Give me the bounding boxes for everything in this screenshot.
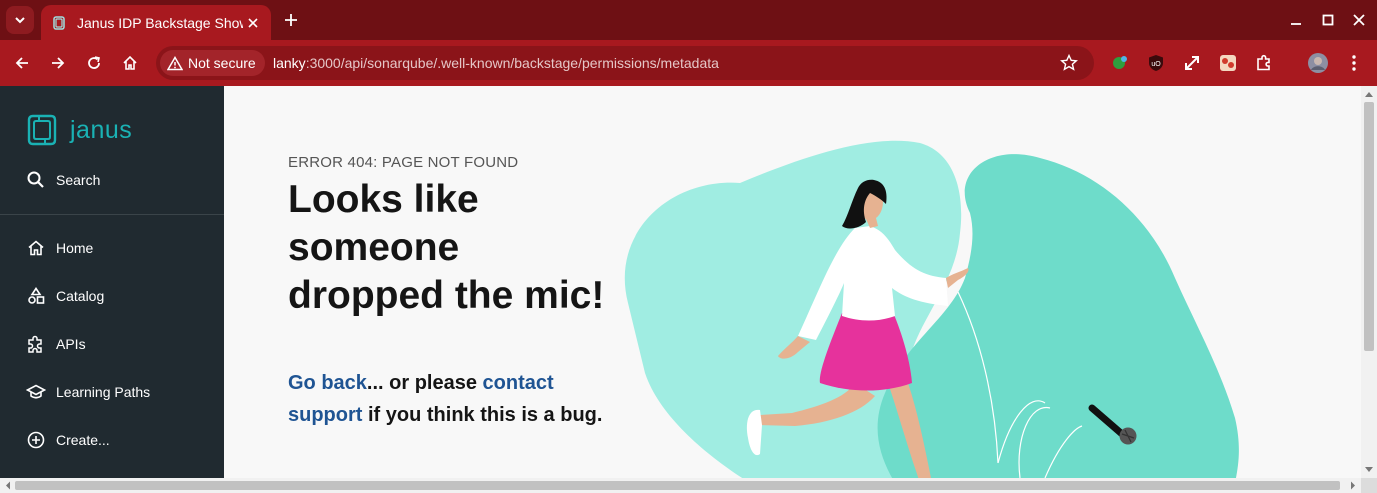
vertical-scroll-thumb[interactable] — [1364, 102, 1374, 351]
back-button[interactable] — [10, 51, 34, 75]
sidebar-search[interactable]: Search — [26, 168, 100, 192]
sidebar-item-apis[interactable]: APIs — [26, 332, 86, 356]
minimize-button[interactable] — [1286, 10, 1306, 30]
contact-link-line-1: contact — [482, 372, 554, 394]
main-content: ERROR 404: PAGE NOT FOUND Looks like som… — [224, 86, 1361, 478]
error-code: ERROR 404: PAGE NOT FOUND — [288, 154, 519, 171]
forward-button[interactable] — [46, 51, 70, 75]
expand-extension-icon[interactable] — [1181, 52, 1203, 74]
extension-green-icon[interactable] — [1109, 52, 1131, 74]
catalog-icon — [28, 287, 45, 304]
add-circle-icon — [27, 431, 45, 449]
security-chip[interactable]: Not secure — [160, 50, 265, 76]
extension-colorful-icon[interactable] — [1217, 52, 1239, 74]
sidebar-item-catalog[interactable]: Catalog — [26, 284, 104, 308]
scroll-down-icon[interactable] — [1361, 465, 1377, 475]
maximize-icon — [1322, 14, 1334, 26]
horizontal-scrollbar[interactable] — [0, 478, 1361, 493]
puzzle-icon — [1257, 54, 1270, 71]
contact-link-line-2: support — [288, 404, 363, 426]
sidebar-item-home[interactable]: Home — [26, 236, 93, 260]
url-text: lanky:3000/api/sonarqube/.well-known/bac… — [273, 55, 719, 71]
game-icon — [1220, 55, 1236, 71]
url-path: :3000/api/sonarqube/.well-known/backstag… — [305, 55, 719, 71]
leaf-icon — [1113, 56, 1127, 69]
janus-logo[interactable]: janus — [24, 112, 132, 148]
new-tab-button[interactable] — [280, 9, 302, 31]
headline-line-2: someone — [288, 226, 460, 269]
sidebar-item-label: Learning Paths — [56, 384, 151, 400]
ublock-icon[interactable]: uO — [1145, 52, 1167, 74]
avatar-icon — [1308, 53, 1328, 73]
scroll-left-icon[interactable] — [3, 478, 13, 493]
sidebar-item-label: Home — [56, 240, 94, 256]
help-middle-text: ... or please — [366, 372, 483, 394]
sidebar-item-label: Create... — [56, 432, 110, 448]
extensions-button[interactable] — [1253, 52, 1275, 74]
svg-text:uO: uO — [1151, 61, 1161, 68]
home-icon — [28, 240, 44, 256]
warning-icon — [167, 55, 183, 70]
help-text: Go back... or please contact support if y… — [288, 367, 628, 431]
scrollbar-corner — [1361, 478, 1377, 493]
arrow-left-icon — [15, 57, 28, 69]
plus-icon — [285, 14, 297, 26]
horizontal-scroll-thumb[interactable] — [15, 481, 1340, 490]
reload-button[interactable] — [82, 51, 106, 75]
janus-favicon-icon — [53, 15, 65, 30]
security-chip-label: Not secure — [188, 55, 256, 71]
search-icon — [27, 171, 44, 188]
sidebar-item-create[interactable]: Create... — [26, 428, 110, 452]
school-icon — [26, 384, 46, 399]
address-bar[interactable]: Not secure lanky:3000/api/sonarqube/.wel… — [156, 46, 1094, 80]
profile-avatar[interactable] — [1307, 52, 1329, 74]
sidebar-search-label: Search — [56, 172, 101, 188]
tab-strip: Janus IDP Backstage Showcase — [0, 0, 1377, 40]
sidebar-item-label: Catalog — [56, 288, 105, 304]
maximize-button[interactable] — [1318, 10, 1338, 30]
close-icon — [248, 17, 258, 28]
sidebar-divider — [0, 214, 224, 215]
close-icon — [1353, 14, 1365, 26]
sidebar-item-learning-paths[interactable]: Learning Paths — [26, 380, 150, 404]
vertical-scrollbar[interactable] — [1361, 86, 1377, 478]
minimize-icon — [1291, 23, 1301, 25]
home-button[interactable] — [118, 51, 142, 75]
tab-close-button[interactable] — [243, 13, 263, 33]
sidebar-item-label: APIs — [56, 336, 86, 352]
help-tail-text: if you think this is a bug. — [362, 404, 603, 426]
headline-line-1: Looks like — [288, 178, 479, 221]
home-icon — [123, 55, 137, 70]
tab-title: Janus IDP Backstage Showcase — [77, 14, 243, 31]
kebab-menu-icon — [1352, 55, 1356, 71]
tab-search-button[interactable] — [6, 6, 34, 34]
puzzle-icon — [28, 335, 42, 353]
scroll-right-icon[interactable] — [1348, 478, 1358, 493]
chevron-down-icon — [15, 17, 25, 24]
shield-icon: uO — [1149, 55, 1163, 71]
reload-icon — [88, 56, 100, 69]
headline-line-3: dropped the mic! — [288, 274, 605, 317]
bookmark-star-icon[interactable] — [1059, 53, 1079, 73]
arrow-right-icon — [52, 57, 65, 69]
expand-icon — [1185, 56, 1199, 70]
browser-toolbar: Not secure lanky:3000/api/sonarqube/.wel… — [0, 40, 1377, 86]
logo-text: janus — [70, 115, 133, 144]
dropped-mic-illustration — [624, 140, 1239, 478]
janus-logo-icon — [27, 114, 57, 146]
go-back-link[interactable]: Go back — [288, 372, 367, 394]
sidebar: janus Search Home Catalog APIs Learning … — [0, 86, 224, 493]
close-window-button[interactable] — [1349, 10, 1369, 30]
error-headline: Looks like someone dropped the mic! — [288, 176, 648, 320]
url-host: lanky — [273, 55, 306, 71]
scroll-up-icon[interactable] — [1361, 89, 1377, 99]
browser-tab[interactable]: Janus IDP Backstage Showcase — [41, 5, 271, 40]
browser-menu-button[interactable] — [1343, 52, 1365, 74]
